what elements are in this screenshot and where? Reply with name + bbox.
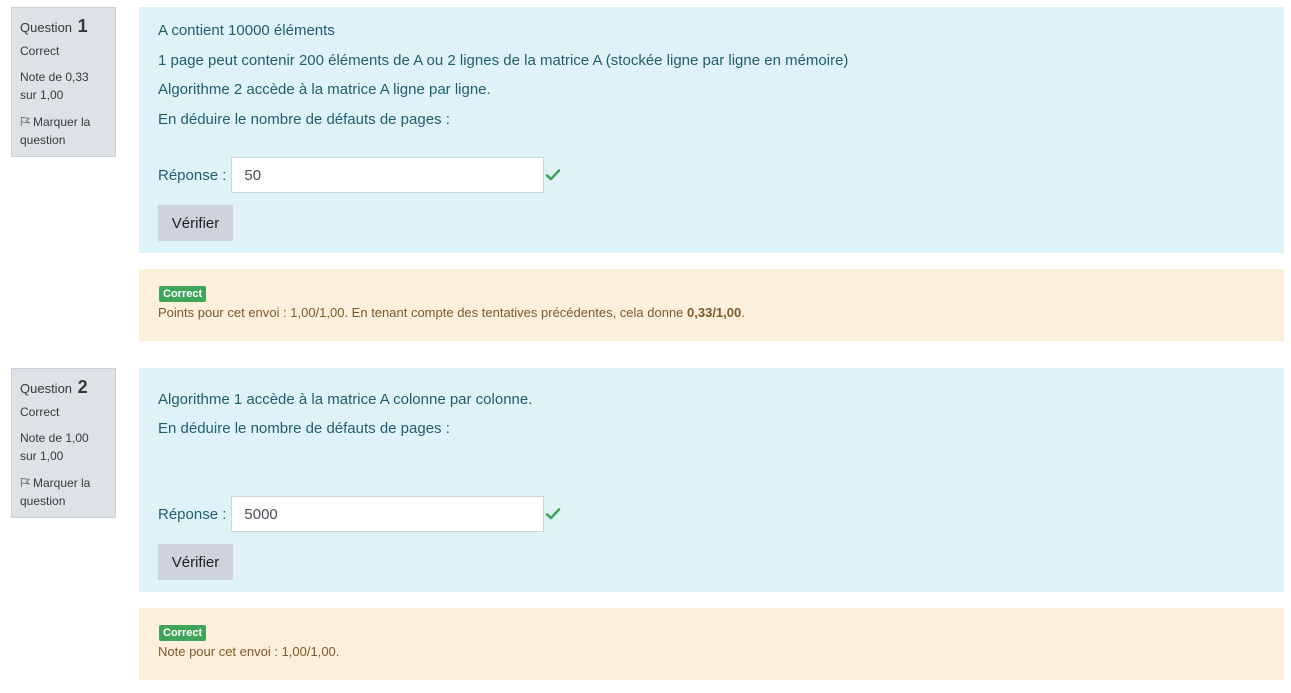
question-state: Correct (20, 44, 60, 58)
check-button[interactable]: Vérifier (158, 544, 233, 580)
feedback-grade: 0,33/1,00 (687, 305, 742, 320)
feedback-panel: Correct Points pour cet envoi : 1,00/1,0… (139, 269, 1284, 341)
flag-icon (20, 477, 31, 488)
question-grade: Note de 1,00 sur 1,00 (20, 431, 89, 463)
correct-badge: Correct (159, 286, 207, 302)
answer-row: Réponse : (158, 157, 561, 193)
answer-label: Réponse : (158, 166, 227, 184)
flag-icon (20, 116, 31, 127)
question-text-line: A contient 10000 éléments (158, 22, 335, 39)
question-state: Correct (20, 405, 60, 419)
feedback-panel: Correct Note pour cet envoi : 1,00/1,00. (139, 608, 1284, 680)
answer-input[interactable] (231, 496, 545, 532)
question-grade: Note de 0,33 sur 1,00 (20, 70, 89, 102)
question-formulation: A contient 10000 éléments 1 page peut co… (139, 7, 1284, 253)
correct-badge: Correct (159, 625, 207, 641)
answer-label: Réponse : (158, 505, 227, 523)
flag-question-link[interactable]: Marquer la question (20, 113, 107, 149)
question-text-line: Algorithme 2 accède à la matrice A ligne… (158, 81, 491, 98)
question-number: 1 (77, 16, 88, 36)
answer-input[interactable] (231, 157, 545, 193)
feedback-text-main: Points pour cet envoi : 1,00/1,00. En te… (158, 305, 688, 320)
feedback-text: Points pour cet envoi : 1,00/1,00. En te… (158, 304, 745, 322)
flag-question-link[interactable]: Marquer la question (20, 474, 107, 510)
feedback-text: Note pour cet envoi : 1,00/1,00. (158, 644, 340, 659)
question-text-line: 1 page peut contenir 200 éléments de A o… (158, 52, 849, 69)
question-formulation: Algorithme 1 accède à la matrice A colon… (139, 368, 1284, 592)
check-button[interactable]: Vérifier (158, 205, 233, 241)
question-text-line: En déduire le nombre de défauts de pages… (158, 420, 450, 437)
question-text-line: En déduire le nombre de défauts de pages… (158, 111, 450, 128)
question-info: Question 1 Correct Note de 0,33 sur 1,00… (11, 7, 116, 157)
feedback-text-end: . (741, 305, 745, 320)
question-info: Question 2 Correct Note de 1,00 sur 1,00… (11, 368, 116, 518)
check-icon (546, 169, 561, 181)
answer-row: Réponse : (158, 496, 561, 532)
question-text-line: Algorithme 1 accède à la matrice A colon… (158, 391, 533, 408)
question-number-prefix: Question (20, 381, 73, 396)
question-number: 2 (77, 377, 88, 397)
check-icon (546, 508, 561, 520)
question-number-prefix: Question (20, 20, 73, 35)
